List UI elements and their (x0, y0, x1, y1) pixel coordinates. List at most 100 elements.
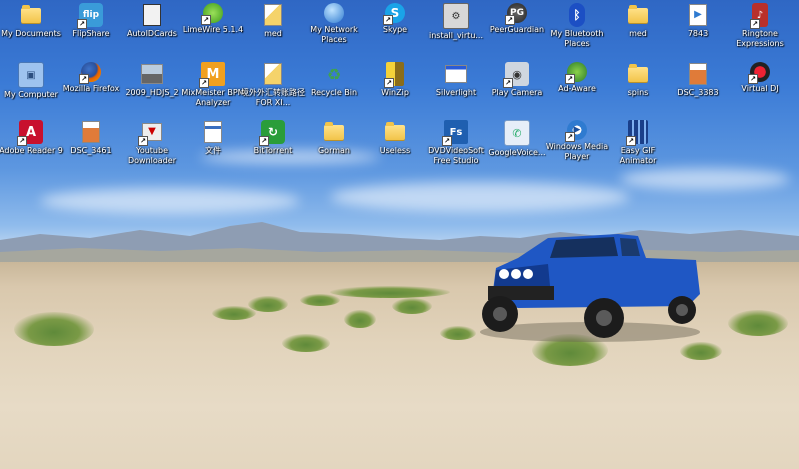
virtual-dj-icon: ↗ (748, 62, 770, 84)
icon-label: Youtube Downloader (128, 146, 176, 165)
wallpaper-bush (248, 296, 288, 312)
installer-icon: ⚙ (443, 3, 469, 29)
document-icon (140, 3, 164, 27)
desktop[interactable]: My Documents ▣ My Computer A ↗ Adobe Read… (0, 0, 799, 469)
ringtone-icon: ♪ ↗ (750, 3, 768, 29)
desktop-icon-dsc-3383[interactable]: DSC_3383 (663, 62, 733, 98)
icon-label: Ringtone Expressions (736, 29, 784, 48)
bittorrent-icon: ↻ ↗ (259, 120, 285, 146)
wallpaper-bush (728, 310, 788, 336)
flipshare-icon: flip ↗ (77, 3, 103, 29)
folder-icon (383, 120, 407, 144)
winzip-icon: ↗ (384, 62, 404, 88)
shortcut-arrow-icon: ↗ (565, 132, 575, 142)
wallpaper-bush (344, 310, 376, 328)
desktop-icon-dvdvideosoft[interactable]: Fs ↗ DVDVideoSoft Free Studio (421, 120, 491, 166)
desktop-icon-useless[interactable]: Useless (360, 120, 430, 156)
image-file-icon (79, 120, 103, 144)
desktop-icon-ringtone-expressions[interactable]: ♪ ↗ Ringtone Expressions (725, 3, 795, 49)
icon-label: DSC_3461 (70, 146, 112, 155)
youtube-downloader-icon: ▼ ↗ (138, 120, 164, 146)
desktop-icon-winzip[interactable]: ↗ WinZip (360, 62, 430, 98)
gif-animator-icon: ↗ (626, 120, 648, 146)
wallpaper-bush (392, 298, 432, 314)
mixmeister-icon: M ↗ (199, 62, 225, 88)
bluetooth-icon: ᛒ (569, 3, 585, 27)
image-file-icon (140, 62, 164, 86)
icon-label: Skype (382, 25, 408, 34)
desktop-icon-2009-hdjs-2[interactable]: 2009_HDJS_2 (117, 62, 187, 98)
shortcut-arrow-icon: ↗ (503, 78, 513, 88)
desktop-icon-recycle-bin[interactable]: ♻ Recycle Bin (299, 62, 369, 98)
desktop-icon-7843[interactable]: ▶ 7843 (663, 3, 733, 39)
desktop-icon-windows-media-player[interactable]: ▶ ↗ Windows Media Player (542, 120, 612, 162)
media-file-icon: ▶ (686, 3, 710, 27)
wallpaper-bush (330, 286, 450, 298)
icon-label: DVDVideoSoft Free Studio (428, 146, 484, 165)
icon-label: Windows Media Player (545, 142, 609, 161)
shortcut-arrow-icon: ↗ (17, 136, 27, 146)
my-documents-icon (19, 3, 43, 27)
desktop-icon-flipshare[interactable]: flip ↗ FlipShare (56, 3, 126, 39)
wallpaper-cloud (40, 188, 300, 214)
firefox-icon: ↗ (79, 62, 101, 84)
icon-label: Gorman (317, 146, 350, 155)
desktop-icon-med-image[interactable]: med (238, 3, 308, 39)
icon-label: Silverlight (435, 88, 477, 97)
shortcut-arrow-icon: ↗ (565, 74, 575, 84)
shortcut-arrow-icon: ↗ (750, 19, 760, 29)
desktop-icon-bluetooth[interactable]: ᛒ My Bluetooth Places (542, 3, 612, 49)
desktop-icon-ad-aware[interactable]: ↗ Ad-Aware (542, 62, 612, 94)
desktop-icon-skype[interactable]: S ↗ Skype (360, 3, 430, 35)
desktop-icon-silverlight[interactable]: Silverlight (421, 62, 491, 98)
wallpaper-cloud (620, 168, 790, 190)
image-file-icon (261, 3, 285, 27)
desktop-icon-autoidcards[interactable]: AutoIDCards (117, 3, 187, 39)
shortcut-arrow-icon: ↗ (505, 15, 515, 25)
folder-icon (626, 3, 650, 27)
shortcut-arrow-icon: ↗ (201, 15, 211, 25)
shortcut-arrow-icon: ↗ (383, 15, 393, 25)
desktop-icon-install-virtu[interactable]: ⚙ install_virtu... (421, 3, 491, 41)
desktop-icon-easy-gif-animator[interactable]: ↗ Easy GIF Animator (603, 120, 673, 166)
icon-label: AutoIDCards (127, 29, 177, 38)
icon-label: Ad-Aware (558, 84, 596, 93)
desktop-icon-dsc-3461[interactable]: DSC_3461 (56, 120, 126, 156)
wallpaper-bush (440, 326, 476, 340)
media-player-icon: ▶ ↗ (565, 120, 587, 142)
wallpaper-bush (14, 312, 94, 346)
peerguardian-icon: PG ↗ (505, 3, 527, 25)
shortcut-arrow-icon: ↗ (199, 78, 209, 88)
icon-label: install_virtu... (428, 31, 484, 40)
wallpaper-bush (282, 334, 330, 352)
ad-aware-icon: ↗ (565, 62, 587, 84)
desktop-icon-my-network-places[interactable]: My Network Places (299, 3, 369, 45)
desktop-icon-gorman[interactable]: Gorman (299, 120, 369, 156)
document-icon (201, 120, 225, 144)
icon-label: med (264, 29, 282, 38)
icon-label: Recycle Bin (310, 88, 358, 97)
shortcut-arrow-icon: ↗ (384, 78, 394, 88)
desktop-icon-youtube-downloader[interactable]: ▼ ↗ Youtube Downloader (117, 120, 187, 166)
window-icon (444, 62, 468, 86)
image-file-icon (686, 62, 710, 86)
wallpaper-blue-truck (480, 234, 700, 342)
skype-icon: S ↗ (383, 3, 405, 25)
icon-label: Useless (379, 146, 411, 155)
icon-label: WinZip (381, 88, 409, 97)
folder-icon (626, 62, 650, 86)
icon-label: FlipShare (72, 29, 110, 38)
icon-label: Virtual DJ (741, 84, 779, 93)
desktop-icon-firefox[interactable]: ↗ Mozilla Firefox (56, 62, 126, 94)
dvdvideosoft-icon: Fs ↗ (442, 120, 468, 146)
desktop-icon-chinese-file[interactable]: 境外外汇转账路径FOR XI... (238, 62, 308, 108)
image-file-icon (261, 62, 285, 86)
desktop-icon-virtual-dj[interactable]: ↗ Virtual DJ (725, 62, 795, 94)
icon-label: Easy GIF Animator (619, 146, 657, 165)
shortcut-arrow-icon: ↗ (259, 136, 269, 146)
desktop-icon-bittorrent[interactable]: ↻ ↗ BitTorrent (238, 120, 308, 156)
wallpaper-cloud (330, 182, 630, 212)
my-computer-icon: ▣ (18, 62, 44, 88)
adobe-reader-icon: A ↗ (17, 120, 43, 146)
icon-label: 7843 (687, 29, 709, 38)
